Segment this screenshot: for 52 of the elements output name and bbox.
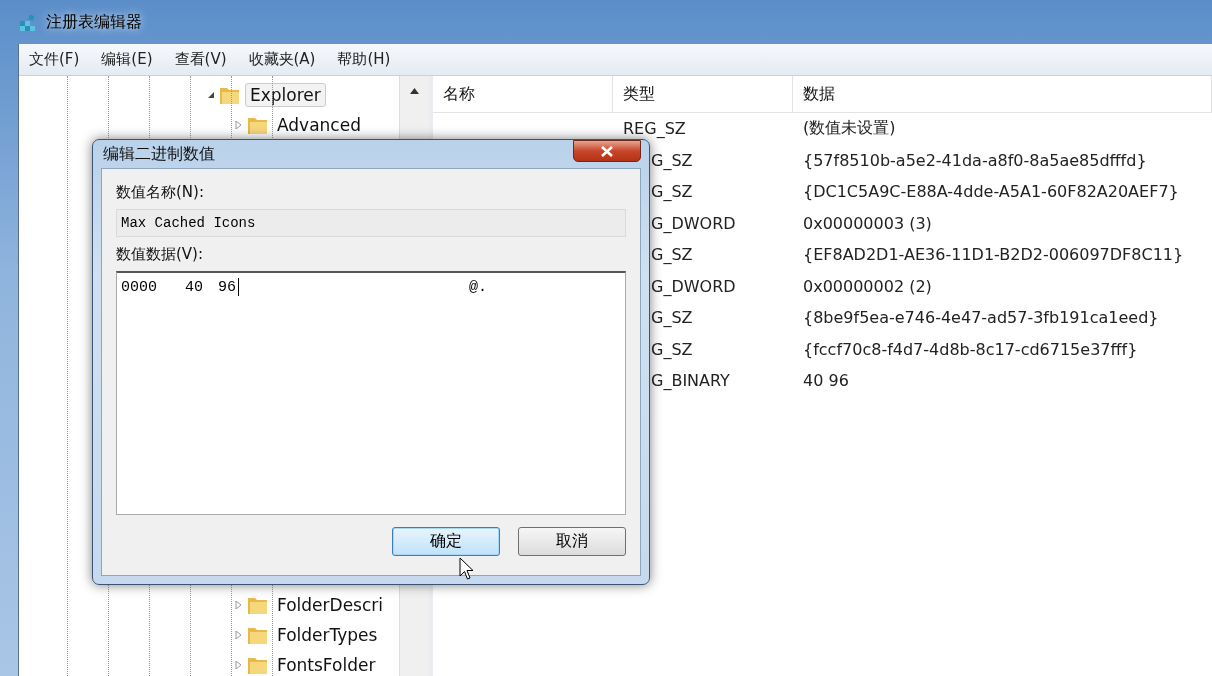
value-type: G_SZ xyxy=(651,182,693,202)
hex-editor-field[interactable]: 0000 40 96 @. xyxy=(116,271,626,515)
folder-icon xyxy=(247,595,269,615)
dialog-title: 编辑二进制数值 xyxy=(103,143,215,165)
tree-item[interactable]: FolderDescri xyxy=(273,594,387,616)
value-name-field[interactable]: Max Cached Icons xyxy=(116,209,626,237)
value-data: {57f8510b-a5e2-41da-a8f0-8a5ae85dfffd} xyxy=(803,150,1147,170)
tree-item[interactable]: Explorer xyxy=(245,83,326,107)
cancel-button[interactable]: 取消 xyxy=(518,527,626,556)
value-data: (数值未设置) xyxy=(803,118,896,140)
column-header[interactable]: 类型 xyxy=(613,76,793,112)
column-header[interactable]: 数据 xyxy=(793,76,1212,112)
folder-icon xyxy=(219,85,241,105)
value-type: G_BINARY xyxy=(651,371,730,391)
scroll-up-icon[interactable] xyxy=(410,88,419,94)
value-data: 40 96 xyxy=(803,371,849,391)
folder-icon xyxy=(247,655,269,675)
tree-item[interactable]: FontsFolder xyxy=(273,654,380,676)
mouse-pointer-icon xyxy=(459,557,475,581)
folder-icon xyxy=(247,115,269,135)
hex-bytes: 40 96 xyxy=(185,278,237,296)
ok-button[interactable]: 确定 xyxy=(392,527,500,556)
close-button[interactable] xyxy=(573,140,641,162)
menu-item[interactable]: 收藏夹(A) xyxy=(248,50,316,69)
value-data: 0x00000002 (2) xyxy=(803,276,932,296)
value-data: 0x00000003 (3) xyxy=(803,213,932,233)
tree-item[interactable]: FolderTypes xyxy=(273,624,382,646)
menu-item[interactable]: 编辑(E) xyxy=(101,50,153,69)
value-data: {8be9f5ea-e746-4e47-ad57-3fb191ca1eed} xyxy=(803,308,1159,328)
value-type: G_DWORD xyxy=(651,276,736,296)
value-type: G_SZ xyxy=(651,339,693,359)
field-label: 数值名称(N): xyxy=(116,183,205,203)
folder-icon xyxy=(247,625,269,645)
value-data: {EF8AD2D1-AE36-11D1-B2D2-006097DF8C11} xyxy=(803,245,1184,265)
value-data: {fccf70c8-f4d7-4d8b-8c17-cd6715e37fff} xyxy=(803,339,1138,359)
expander-icon[interactable] xyxy=(207,91,215,99)
menu-item[interactable]: 文件(F) xyxy=(29,50,80,69)
field-label: 数值数据(V): xyxy=(116,245,205,265)
hex-address: 0000 xyxy=(121,278,157,296)
value-type: G_DWORD xyxy=(651,213,736,233)
hex-ascii: @. xyxy=(469,278,488,296)
value-type: G_SZ xyxy=(651,245,693,265)
menu-item[interactable]: 查看(V) xyxy=(174,50,227,69)
menu-item[interactable]: 帮助(H) xyxy=(337,50,391,69)
value-data: {DC1C5A9C-E88A-4dde-A5A1-60F82A20AEF7} xyxy=(803,182,1179,202)
window-title: 注册表编辑器 xyxy=(46,11,142,33)
value-type: REG_SZ xyxy=(623,119,686,139)
column-header[interactable]: 名称 xyxy=(433,76,613,112)
tree-item[interactable]: Advanced xyxy=(273,114,365,136)
value-type: G_SZ xyxy=(651,308,693,328)
close-icon xyxy=(601,145,613,157)
value-type: G_SZ xyxy=(651,150,693,170)
